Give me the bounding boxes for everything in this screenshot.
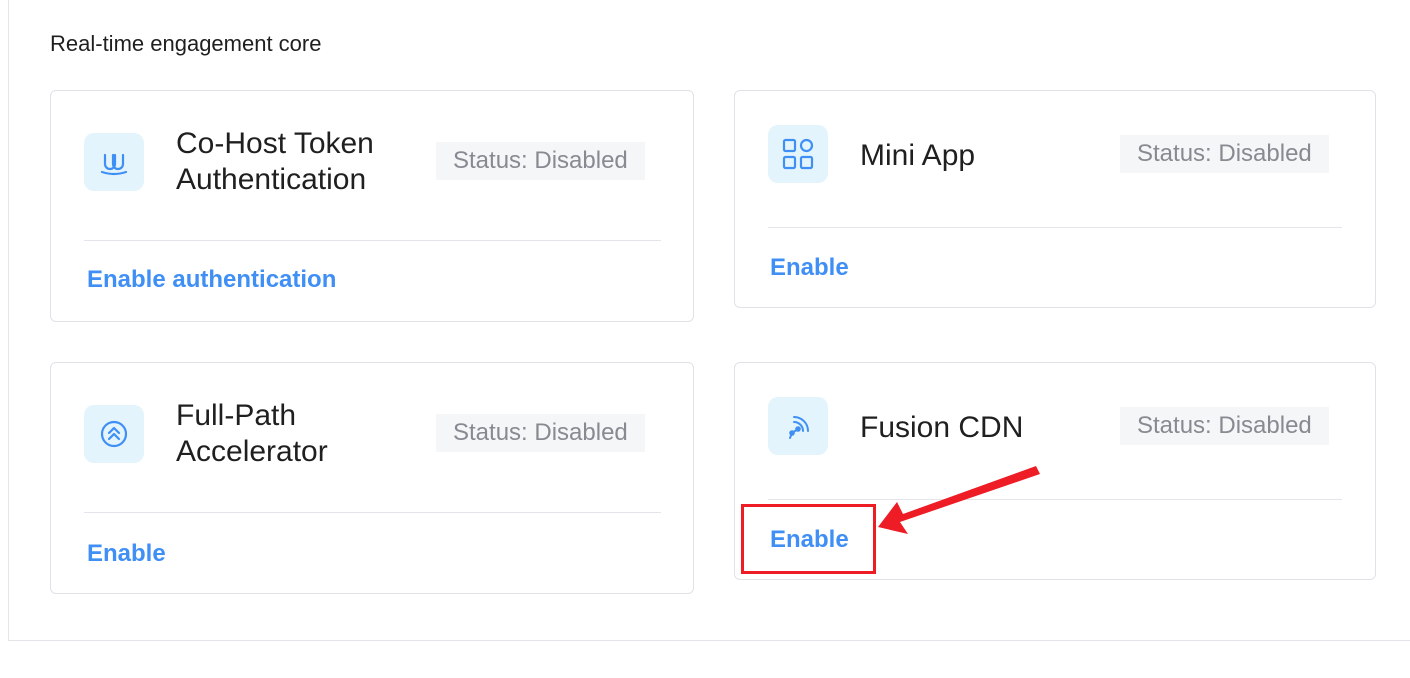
card-title: Full-Path Accelerator bbox=[176, 398, 328, 470]
card-co-host-token-authentication: Co-Host Token Authentication Status: Dis… bbox=[50, 90, 694, 322]
status-badge: Status: Disabled bbox=[436, 142, 645, 180]
co-host-icon bbox=[84, 133, 144, 191]
mini-app-grid-icon bbox=[768, 125, 828, 183]
card-title-line2: Accelerator bbox=[176, 435, 328, 468]
card-divider bbox=[768, 499, 1342, 500]
status-badge: Status: Disabled bbox=[1120, 407, 1329, 445]
enable-accelerator-link[interactable]: Enable bbox=[87, 540, 166, 568]
card-divider bbox=[768, 227, 1342, 228]
card-title-line2: Authentication bbox=[176, 163, 367, 196]
status-badge: Status: Disabled bbox=[436, 414, 645, 452]
card-title: Fusion CDN bbox=[860, 411, 1024, 444]
enable-mini-app-link[interactable]: Enable bbox=[770, 254, 849, 282]
card-title-line1: Full-Path bbox=[176, 399, 297, 432]
card-mini-app: Mini App Status: Disabled Enable bbox=[734, 90, 1376, 308]
card-title: Co-Host Token Authentication bbox=[176, 126, 374, 198]
card-title-line1: Co-Host Token bbox=[176, 127, 374, 160]
enable-authentication-link[interactable]: Enable authentication bbox=[87, 266, 336, 294]
cdn-signal-icon bbox=[768, 397, 828, 455]
card-divider bbox=[84, 512, 661, 513]
card-full-path-accelerator: Full-Path Accelerator Status: Disabled E… bbox=[50, 362, 694, 594]
card-title: Mini App bbox=[860, 139, 976, 172]
card-divider bbox=[84, 240, 661, 241]
section-title: Real-time engagement core bbox=[50, 31, 322, 56]
status-badge: Status: Disabled bbox=[1120, 135, 1329, 173]
accelerator-icon bbox=[84, 405, 144, 463]
highlight-box bbox=[741, 504, 876, 574]
